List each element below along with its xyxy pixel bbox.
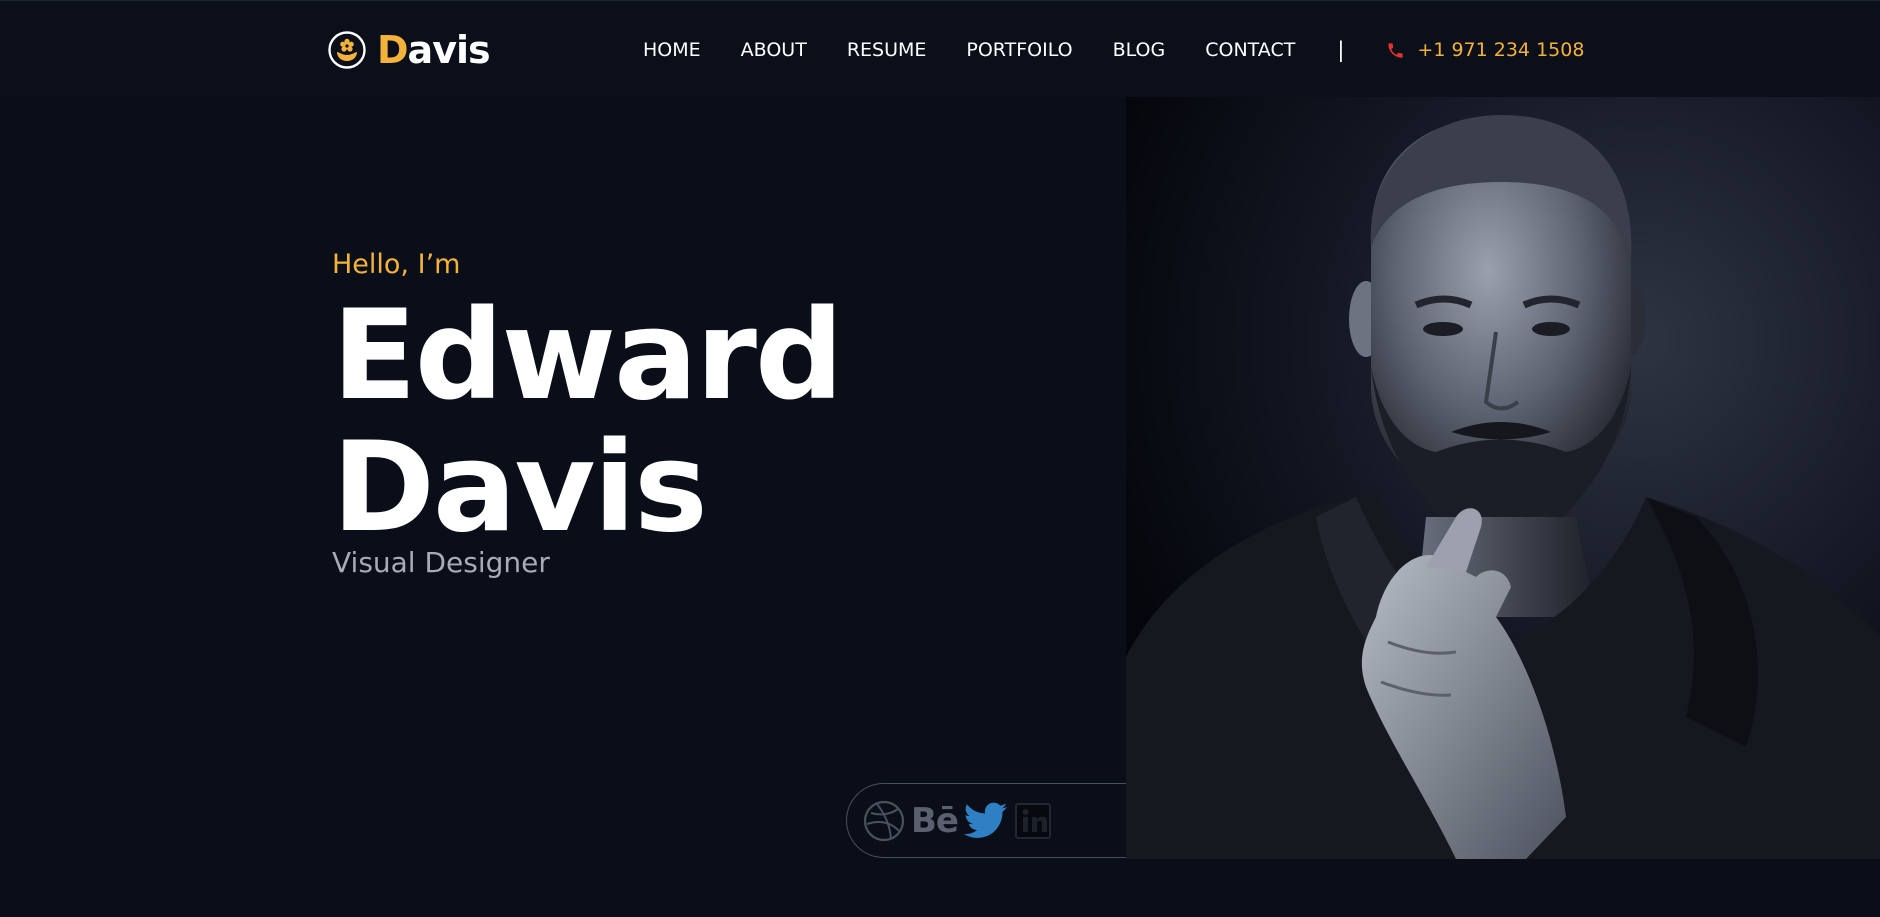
- brand-rest: avis: [407, 28, 491, 72]
- phone-number: +1 971 234 1508: [1417, 39, 1585, 61]
- nav-about[interactable]: ABOUT: [741, 35, 807, 65]
- social-links: Bē: [846, 783, 1126, 858]
- brand-name: Davis: [377, 27, 491, 73]
- nav-blog[interactable]: BLOG: [1113, 35, 1166, 65]
- hero-name-first: Edward: [332, 284, 844, 428]
- linkedin-link[interactable]: [1014, 802, 1052, 840]
- portrait-photo: [1126, 97, 1880, 859]
- page: Davis HOME ABOUT RESUME PORTFOILO BLOG C…: [0, 0, 1880, 917]
- nav-contact[interactable]: CONTACT: [1205, 35, 1295, 65]
- hero-name: Edward Davis: [332, 284, 844, 560]
- twitter-icon: [963, 802, 1008, 838]
- logo-link[interactable]: Davis: [327, 27, 491, 73]
- site-header: Davis HOME ABOUT RESUME PORTFOILO BLOG C…: [0, 0, 1880, 98]
- behance-link[interactable]: Bē: [911, 800, 959, 841]
- linkedin-icon: [1014, 802, 1051, 839]
- flower-hand-icon: [328, 31, 366, 69]
- portrait-illustration: [1126, 97, 1880, 859]
- dribbble-icon: [863, 800, 905, 841]
- nav-resume[interactable]: RESUME: [847, 35, 927, 65]
- phone-link[interactable]: +1 971 234 1508: [1386, 35, 1584, 65]
- brand-first-letter: D: [377, 28, 409, 72]
- behance-icon: Bē: [911, 800, 959, 841]
- hero-role: Visual Designer: [332, 546, 550, 579]
- dribbble-link[interactable]: [863, 800, 905, 842]
- nav-portfolio[interactable]: PORTFOILO: [966, 35, 1072, 65]
- twitter-link[interactable]: [963, 802, 1008, 840]
- phone-icon: [1388, 42, 1404, 58]
- hero-greeting: Hello, I’m: [332, 249, 461, 280]
- main-nav: HOME ABOUT RESUME PORTFOILO BLOG CONTACT…: [643, 35, 1584, 65]
- hero-name-last: Davis: [332, 416, 708, 560]
- nav-home[interactable]: HOME: [643, 35, 701, 65]
- nav-divider: |: [1337, 38, 1345, 62]
